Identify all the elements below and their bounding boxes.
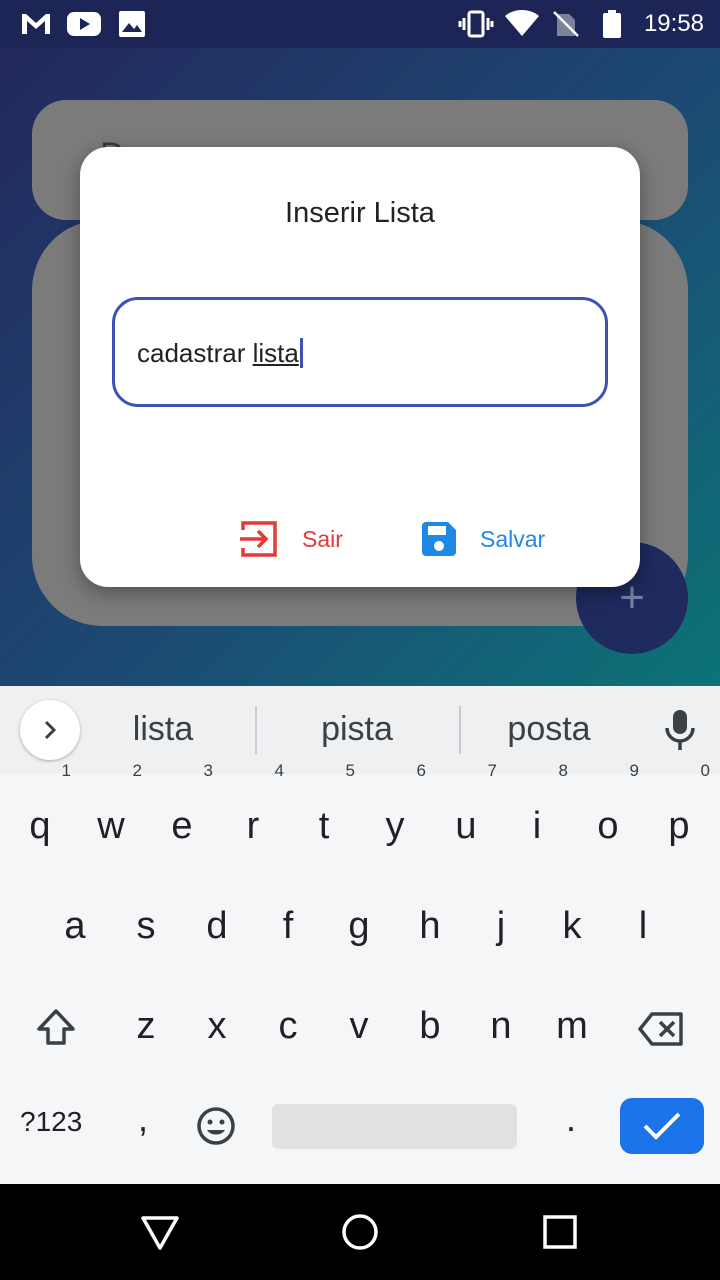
key-z[interactable]: z: [111, 986, 181, 1066]
no-sim-icon: [552, 10, 580, 43]
backspace-icon[interactable]: [638, 1012, 684, 1051]
suggestion-1[interactable]: lista: [78, 710, 248, 749]
save-icon: [422, 522, 456, 556]
expand-toolbar-button[interactable]: [20, 700, 80, 760]
soft-keyboard: lista pista posta q1 w2 e3 r4 t5 y6 u7 i…: [0, 686, 720, 1184]
key-k[interactable]: k: [537, 886, 607, 966]
key-l[interactable]: l: [608, 886, 678, 966]
key-c[interactable]: c: [253, 986, 323, 1066]
key-f[interactable]: f: [253, 886, 323, 966]
clock: 19:58: [643, 10, 704, 37]
key-h[interactable]: h: [395, 886, 465, 966]
microphone-icon[interactable]: [664, 708, 696, 757]
key-r[interactable]: r4: [218, 762, 288, 866]
chevron-right-icon: [44, 720, 57, 740]
suggestion-2[interactable]: pista: [272, 710, 442, 749]
suggestion-divider: [255, 706, 257, 754]
cancel-button[interactable]: Sair: [240, 519, 343, 559]
youtube-icon: [66, 10, 102, 43]
list-name-input[interactable]: cadastrar lista: [112, 297, 608, 407]
suggestion-divider: [459, 706, 461, 754]
shift-icon[interactable]: [36, 1008, 76, 1051]
home-icon[interactable]: [340, 1212, 380, 1257]
exit-icon: [240, 521, 277, 557]
key-t[interactable]: t5: [289, 762, 359, 866]
key-q[interactable]: q1: [5, 762, 75, 866]
comma-key[interactable]: ,: [138, 1098, 148, 1140]
key-w[interactable]: w2: [76, 762, 146, 866]
gmail-icon: [20, 10, 52, 43]
key-o[interactable]: o9: [573, 762, 643, 866]
key-b[interactable]: b: [395, 986, 465, 1066]
vibrate-icon: [458, 10, 494, 43]
key-i[interactable]: i8: [502, 762, 572, 866]
battery-icon: [602, 10, 622, 43]
cancel-label: Sair: [302, 525, 343, 552]
text-caret: [299, 338, 303, 368]
input-value-prefix: cadastrar: [137, 338, 253, 368]
save-button[interactable]: Salvar: [420, 519, 545, 559]
key-x[interactable]: x: [182, 986, 252, 1066]
dialog-title: Inserir Lista: [285, 197, 435, 229]
emoji-icon[interactable]: [196, 1106, 236, 1151]
key-m[interactable]: m: [537, 986, 607, 1066]
key-g[interactable]: g: [324, 886, 394, 966]
key-a[interactable]: a: [40, 886, 110, 966]
input-value-composing: lista: [252, 338, 299, 368]
space-key[interactable]: [272, 1104, 517, 1149]
key-u[interactable]: u7: [431, 762, 501, 866]
wifi-icon: [504, 10, 540, 43]
key-s[interactable]: s: [111, 886, 181, 966]
recents-icon[interactable]: [542, 1212, 578, 1257]
key-e[interactable]: e3: [147, 762, 217, 866]
suggestion-3[interactable]: posta: [464, 710, 634, 749]
key-n[interactable]: n: [466, 986, 536, 1066]
key-j[interactable]: j: [466, 886, 536, 966]
input-value[interactable]: cadastrar lista: [137, 338, 303, 369]
key-y[interactable]: y6: [360, 762, 430, 866]
navigation-bar: [0, 1184, 720, 1280]
key-d[interactable]: d: [182, 886, 252, 966]
insert-list-dialog: Inserir Lista cadastrar lista Sair Salva…: [80, 147, 640, 587]
done-key[interactable]: [620, 1098, 704, 1154]
period-key[interactable]: .: [566, 1098, 576, 1140]
back-icon[interactable]: [140, 1212, 180, 1257]
image-icon: [118, 10, 146, 43]
key-p[interactable]: p0: [644, 762, 714, 866]
symbols-key[interactable]: ?123: [20, 1106, 82, 1138]
checkmark-icon: [643, 1112, 681, 1140]
suggestion-strip: lista pista posta: [0, 686, 720, 774]
save-label: Salvar: [480, 525, 546, 552]
status-bar: 19:58: [0, 0, 720, 48]
key-v[interactable]: v: [324, 986, 394, 1066]
